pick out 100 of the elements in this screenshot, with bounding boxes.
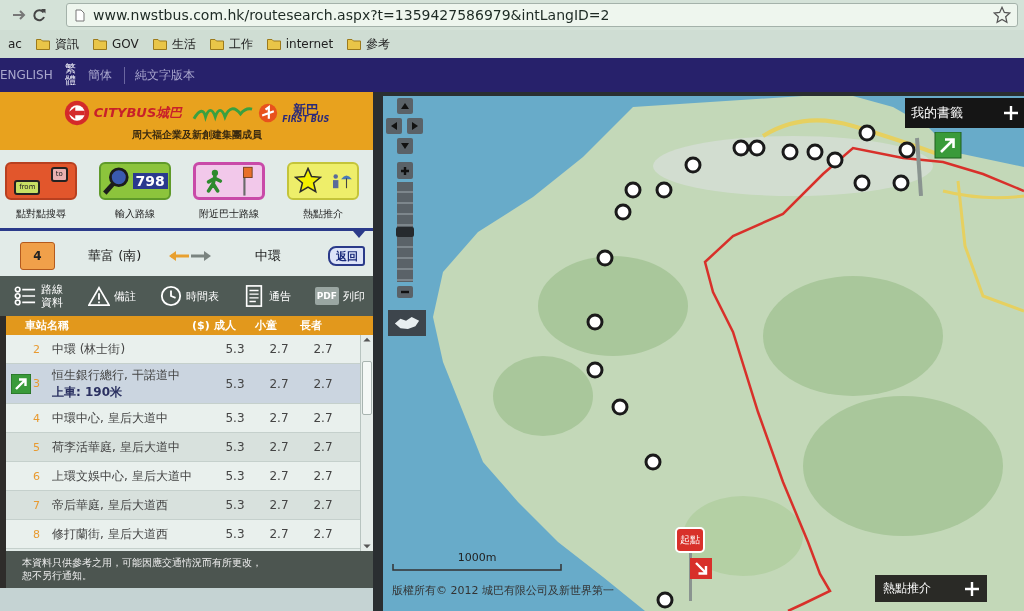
fare-cell-text: 5.3	[224, 498, 246, 512]
language-link[interactable]: 簡体	[87, 66, 112, 84]
fare-cell-text: 2.7	[312, 498, 334, 512]
up-triangle-icon	[401, 102, 409, 110]
folder-icon	[92, 38, 107, 50]
bus-stop-marker[interactable]	[826, 151, 844, 169]
bus-stop-marker[interactable]	[892, 174, 910, 192]
stop-number: 3	[33, 377, 40, 390]
hotspot-toggle-button[interactable]: 熱點推介	[875, 575, 987, 602]
bus-stop-marker[interactable]	[656, 591, 674, 609]
pan-right-button[interactable]	[407, 118, 423, 134]
scrollbar[interactable]	[360, 335, 373, 551]
fare-cell-text: 5.3	[224, 440, 246, 454]
fare-cell-text: 2.7	[312, 411, 334, 425]
table-row[interactable]: 8 修打蘭街, 皇后大道西 5.3 2.7 2.7	[6, 520, 360, 549]
boarding-distance: 上車: 190米	[52, 383, 124, 401]
bookmark-button[interactable]: internet	[266, 37, 334, 51]
quick-link-button[interactable]: 熱點推介	[287, 162, 359, 220]
magnifier-icon	[102, 167, 131, 195]
toolbar-button[interactable]: 時間表	[159, 285, 219, 307]
bookmark-button[interactable]: 資訊	[35, 35, 79, 53]
bus-stop-marker[interactable]	[898, 141, 916, 159]
bus-stop-marker[interactable]	[586, 361, 604, 379]
pan-left-button[interactable]	[386, 118, 402, 134]
fare-cell-text: 2.7	[268, 376, 290, 391]
stop-name: 上環文娛中心, 皇后大道中	[52, 467, 193, 485]
overview-map-button[interactable]	[388, 310, 426, 336]
reload-icon[interactable]	[32, 8, 46, 22]
table-row[interactable]: 7 帝后華庭, 皇后大道西 5.3 2.7 2.7	[6, 491, 360, 520]
scroll-thumb[interactable]	[362, 361, 372, 415]
table-row[interactable]: 4 中環中心, 皇后大道中 5.3 2.7 2.7	[6, 404, 360, 433]
pdf-badge: PDF	[314, 287, 339, 305]
toolbar-button[interactable]: 備註	[88, 285, 137, 307]
collapse-triangle-icon[interactable]	[353, 231, 365, 238]
bus-stop-marker[interactable]	[644, 453, 662, 471]
boarding-flag-icon[interactable]	[915, 132, 963, 196]
start-flag[interactable]: 起點	[675, 527, 705, 553]
fare-cell-text: 5.3	[224, 411, 246, 425]
stop-number: 7	[33, 498, 40, 512]
bookmark-button[interactable]: 工作	[209, 35, 253, 53]
bus-stop-marker[interactable]	[586, 313, 604, 331]
stop-name: 中環 (林士街)	[52, 340, 127, 358]
fare-cell-text: 2.7	[312, 342, 334, 356]
column-header: 小童	[254, 318, 278, 333]
bus-stop-marker[interactable]	[853, 174, 871, 192]
column-header: ($) 成人	[192, 318, 237, 333]
firstbus-subtitle: FIRST BUS	[282, 115, 330, 124]
forward-arrow-icon[interactable]	[12, 8, 26, 22]
citybus-logo-icon	[63, 100, 90, 126]
fare-cell-text: 2.7	[268, 440, 290, 454]
bookmark-button[interactable]: GOV	[92, 37, 139, 51]
bookmark-button[interactable]: 生活	[152, 35, 196, 53]
bus-stop-marker[interactable]	[858, 124, 876, 142]
folder-icon	[35, 38, 50, 50]
bus-stop-marker[interactable]	[614, 203, 632, 221]
fare-cell-text: 2.7	[312, 440, 334, 454]
bus-stop-marker[interactable]	[781, 143, 799, 161]
toolbar-button[interactable]: 路線資料	[14, 282, 65, 310]
bus-stop-marker[interactable]	[611, 398, 629, 416]
bus-stop-marker[interactable]	[806, 143, 824, 161]
bus-stop-sign-icon	[241, 166, 253, 196]
map-view[interactable]: 我的書籤 起點 1000m 版權所有© 2012 城巴有限公司及新世界第一 熱點推介	[373, 92, 1024, 611]
column-header: 長者	[299, 318, 323, 333]
clock-icon	[159, 285, 182, 307]
zoom-in-button[interactable]	[397, 162, 413, 179]
zoom-slider-thumb[interactable]	[396, 227, 414, 237]
bus-stop-marker[interactable]	[655, 181, 673, 199]
table-row[interactable]: 6 上環文娛中心, 皇后大道中 5.3 2.7 2.7	[6, 462, 360, 491]
toolbar-button[interactable]: 通告	[242, 285, 291, 307]
table-row[interactable]: 5 荷李活華庭, 皇后大道中 5.3 2.7 2.7	[6, 433, 360, 462]
bookmark-button[interactable]: 參考	[347, 35, 391, 53]
back-button[interactable]: 返回	[328, 246, 365, 266]
group-tagline: 周大福企業及新創建集團成員	[131, 128, 262, 142]
pan-down-button[interactable]	[397, 138, 413, 154]
pan-up-button[interactable]	[397, 98, 413, 114]
zoom-out-button[interactable]	[397, 286, 413, 298]
toolbar-button[interactable]: PDF 列印	[314, 287, 365, 305]
language-link[interactable]: 繁體	[64, 62, 76, 88]
bookmarks-toggle-button[interactable]: 我的書籤	[905, 98, 1024, 128]
bus-stop-marker[interactable]	[732, 139, 750, 157]
language-link[interactable]: ENGLISH	[0, 68, 53, 82]
table-row[interactable]: 2 中環 (林士街) 5.3 2.7 2.7	[6, 335, 360, 364]
url-field[interactable]: www.nwstbus.com.hk/routesearch.aspx?t=1359427586979&intLangID=2	[66, 3, 1018, 27]
quick-link-button[interactable]: 798 輸入路線	[99, 162, 171, 220]
text-version-link[interactable]: 純文字版本	[123, 66, 195, 84]
page-icon	[75, 8, 85, 22]
bus-stop-marker[interactable]	[684, 156, 702, 174]
bookmark-button[interactable]: ac	[8, 37, 22, 51]
bus-stop-marker[interactable]	[624, 181, 642, 199]
bus-stop-marker[interactable]	[748, 139, 766, 157]
stop-number: 8	[33, 527, 40, 541]
bus-stop-marker[interactable]	[596, 249, 614, 267]
fare-cell-text: 2.7	[268, 498, 290, 512]
fare-cell-text: 2.7	[312, 469, 334, 483]
star-icon	[293, 167, 322, 195]
bookmark-star-icon[interactable]	[993, 6, 1011, 24]
zoom-slider[interactable]	[397, 182, 413, 282]
island-map-icon	[393, 314, 421, 332]
route-origin: 華富 (南)	[88, 247, 142, 265]
quick-link-button[interactable]: 附近巴士路線	[193, 162, 265, 220]
